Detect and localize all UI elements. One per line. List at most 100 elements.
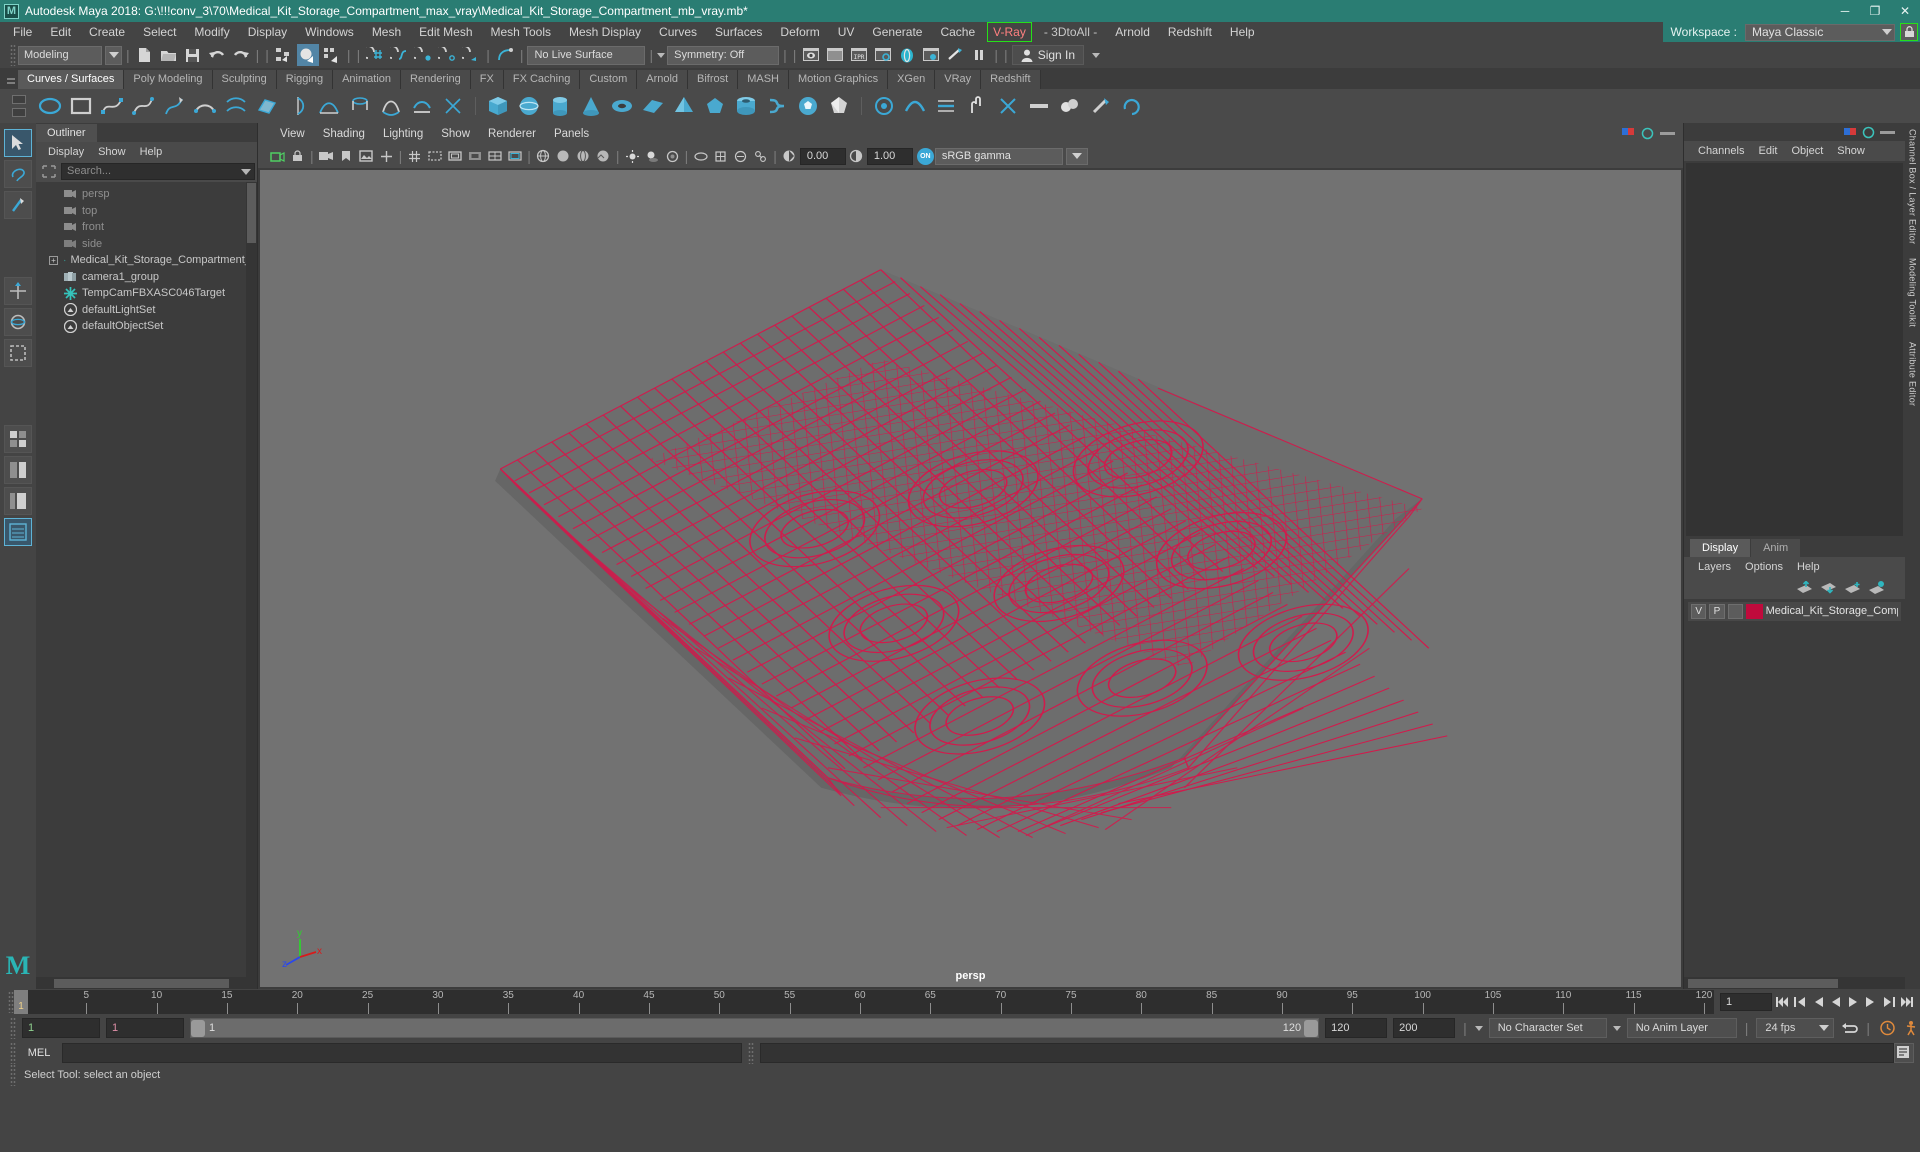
outliner-item-persp[interactable]: persp [36,186,257,203]
relax-tool-icon[interactable] [932,92,960,120]
shelf-tab-xgen[interactable]: XGen [888,70,936,89]
new-layer-from-selected-icon[interactable] [1869,581,1885,594]
outliner-search-input[interactable]: Search... [61,162,255,180]
render-flag-icon[interactable] [1844,127,1857,137]
menu-curves[interactable]: Curves [650,22,706,42]
viewport-3d[interactable]: y z x persp [258,168,1683,989]
screen-space-ao-icon[interactable] [663,147,682,166]
trim-tool-icon[interactable] [439,92,467,120]
shelf-tab-animation[interactable]: Animation [333,70,402,89]
arc-tool-icon[interactable] [191,92,219,120]
two-pane-layout-icon[interactable] [4,456,32,484]
layer-menu-layers[interactable]: Layers [1692,559,1737,575]
new-layer-icon[interactable] [1845,581,1861,594]
range-left-handle[interactable] [191,1019,205,1037]
paint-select-tool-icon[interactable] [4,191,32,219]
step-back-key-icon[interactable] [1793,993,1808,1011]
layer-visibility-toggle[interactable]: V [1691,603,1707,619]
shelf-options-menu[interactable] [4,89,34,123]
shelf-tab-bifrost[interactable]: Bifrost [688,70,739,89]
shelf-tab-sculpting[interactable]: Sculpting [212,70,277,89]
select-tool-icon[interactable] [4,129,32,157]
shelf-tab-curves-surfaces[interactable]: Curves / Surfaces [18,70,125,89]
chevron-down-icon[interactable] [241,168,251,175]
poly-pipe-icon[interactable] [732,92,760,120]
outliner-vertical-scrollbar[interactable] [246,182,257,977]
range-start-field[interactable]: 1 [106,1018,184,1038]
poly-cylinder-icon[interactable] [546,92,574,120]
menu-set-select[interactable]: Modeling [18,45,102,65]
animation-preferences-icon[interactable] [1902,1019,1920,1037]
shelf-tab-arnold[interactable]: Arnold [637,70,689,89]
animation-start-field[interactable]: 1 [22,1018,100,1038]
outliner-list[interactable]: persp top front side + Medical_Kit_Stora… [36,182,257,977]
ipr-render-icon[interactable]: IPR [848,44,870,66]
poly-prism-icon[interactable] [701,92,729,120]
menu-redshift[interactable]: Redshift [1159,22,1221,42]
outliner-item-tempcam-target[interactable]: TempCamFBXASC046Target [36,285,257,302]
flatten-tool-icon[interactable] [1025,92,1053,120]
layer-horizontal-scrollbar[interactable] [1684,977,1905,989]
settings-icon[interactable] [1862,126,1875,139]
shelf-tab-redshift[interactable]: Redshift [981,70,1041,89]
symmetry-field[interactable]: Symmetry: Off [667,45,780,65]
persp-outliner-layout-icon[interactable] [4,487,32,515]
menu-mesh-tools[interactable]: Mesh Tools [482,22,560,42]
layer-list[interactable]: V P Medical_Kit_Storage_Compartm [1684,598,1905,977]
shelf-tab-fx[interactable]: FX [470,70,504,89]
workspace-select[interactable]: Maya Classic [1745,23,1895,41]
step-forward-frame-icon[interactable] [1864,993,1879,1011]
outliner-tab[interactable]: Outliner [36,124,97,142]
image-plane-icon[interactable] [357,147,376,166]
snap-projected-icon[interactable] [436,44,458,66]
hypershade-icon[interactable] [896,44,918,66]
minimize-button[interactable]: ─ [1830,0,1860,22]
snap-point-icon[interactable] [412,44,434,66]
character-set-select[interactable]: No Character Set [1488,1018,1607,1038]
live-surface-field[interactable]: No Live Surface [527,45,646,65]
poly-sphere-icon[interactable] [515,92,543,120]
layer-playback-toggle[interactable]: P [1709,603,1725,619]
menu-modify[interactable]: Modify [185,22,238,42]
move-tool-icon[interactable] [4,277,32,305]
render-sequence-icon[interactable] [824,44,846,66]
range-slider-grip[interactable] [10,1017,16,1039]
color-management-toggle[interactable]: ON [916,147,934,165]
motion-blur-icon[interactable] [691,147,710,166]
viewport-menu-panels[interactable]: Panels [546,126,597,142]
menu-create[interactable]: Create [80,22,134,42]
go-to-end-icon[interactable] [1899,993,1914,1011]
menu-vray[interactable]: V-Ray [987,22,1032,42]
animation-end-field[interactable]: 200 [1393,1018,1456,1038]
four-view-layout-icon[interactable] [4,425,32,453]
outliner-item-front[interactable]: front [36,219,257,236]
range-slider-track[interactable]: 1 120 [190,1018,1320,1038]
gamma-icon[interactable] [847,147,866,166]
menu-display[interactable]: Display [239,22,296,42]
outliner-item-default-object-set[interactable]: defaultObjectSet [36,318,257,335]
layer-menu-help[interactable]: Help [1791,559,1826,575]
nurbs-circle-icon[interactable] [36,92,64,120]
shelf-tab-custom[interactable]: Custom [580,70,638,89]
shelf-tab-fx-caching[interactable]: FX Caching [503,70,581,89]
menu-arnold[interactable]: Arnold [1106,22,1159,42]
foamy-tool-icon[interactable] [1056,92,1084,120]
go-to-start-icon[interactable] [1775,993,1790,1011]
layer-tab-anim[interactable]: Anim [1751,538,1801,557]
shelf-tab-poly-modeling[interactable]: Poly Modeling [124,70,213,89]
menu-surfaces[interactable]: Surfaces [706,22,771,42]
shelf-tab-mash[interactable]: MASH [738,70,789,89]
bookmark-icon[interactable] [337,147,356,166]
pencil-curve-tool-icon[interactable] [160,92,188,120]
two-d-pan-zoom-icon[interactable] [377,147,396,166]
repeat-tool-icon[interactable] [1118,92,1146,120]
close-button[interactable]: ✕ [1890,0,1920,22]
shelf-tab-menu-icon[interactable] [12,108,26,117]
film-gate-icon[interactable] [425,147,444,166]
sculpt-tool-icon[interactable] [870,92,898,120]
outliner-horizontal-scrollbar[interactable] [36,977,257,989]
xray-icon[interactable] [731,147,750,166]
menu-edit-mesh[interactable]: Edit Mesh [410,22,481,42]
vtab-modeling-toolkit[interactable]: Modeling Toolkit [1908,258,1918,327]
range-right-handle[interactable] [1304,1019,1319,1037]
